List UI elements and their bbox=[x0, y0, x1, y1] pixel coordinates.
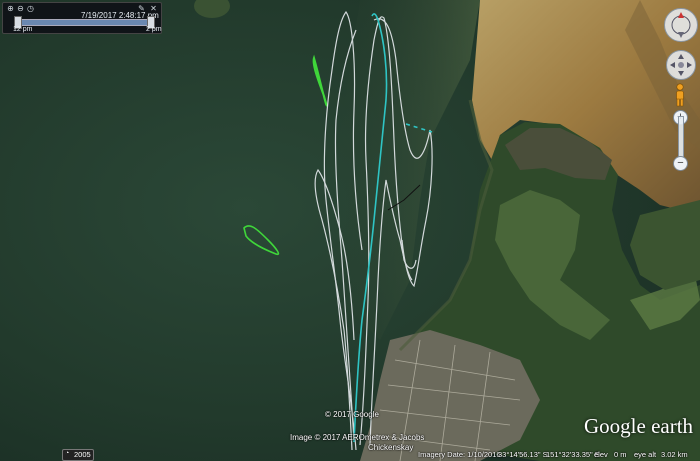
zoom-out-icon[interactable]: ⊖ bbox=[16, 4, 25, 13]
clock-year-icon: ◔ bbox=[65, 450, 70, 457]
move-joystick[interactable] bbox=[666, 50, 696, 80]
clock-icon[interactable]: ◷ bbox=[26, 4, 35, 13]
imagery-date: Imagery Date: 1/10/2016 bbox=[418, 450, 501, 459]
eye-alt-value: 3.02 km bbox=[661, 450, 688, 459]
look-compass[interactable] bbox=[664, 8, 698, 42]
longitude-readout: 151°32'33.35" E bbox=[546, 450, 600, 459]
zoom-in-icon[interactable]: ⊕ bbox=[6, 4, 15, 13]
elevation-label: elev bbox=[594, 450, 608, 459]
historical-imagery-year[interactable]: ◔ 2005 bbox=[62, 449, 94, 461]
elevation-value: 0 m bbox=[614, 450, 627, 459]
copyright-imagery: Image © 2017 AEROmetrex & Jacobs bbox=[290, 433, 425, 442]
place-label: Chickenskay bbox=[368, 443, 414, 452]
street-view-pegman-icon[interactable] bbox=[673, 83, 687, 107]
time-slider-track[interactable] bbox=[17, 19, 153, 26]
compass-north-icon bbox=[671, 12, 691, 38]
time-slider-panel: ⊕ ⊖ ◷ ✎ ✕ 7/19/2017 2:48:17 pm 12 pm 2 p… bbox=[2, 2, 162, 34]
year-label: 2005 bbox=[74, 450, 91, 459]
zoom-out-button[interactable]: − bbox=[673, 156, 688, 171]
google-earth-logo: Google earth bbox=[584, 414, 694, 438]
navigation-controls: + − bbox=[660, 6, 700, 176]
time-range-end: 2 pm bbox=[146, 26, 162, 33]
time-range-start: 12 pm bbox=[13, 26, 33, 33]
pan-arrows-icon bbox=[670, 54, 692, 76]
satellite-map[interactable] bbox=[0, 0, 700, 461]
eye-alt-label: eye alt bbox=[634, 450, 657, 459]
copyright-google: © 2017 Google bbox=[325, 410, 379, 419]
map-viewport[interactable]: Chickenskay © 2017 Google Image © 2017 A… bbox=[0, 0, 700, 461]
latitude-readout: 33°14'56.13" S bbox=[498, 450, 548, 459]
